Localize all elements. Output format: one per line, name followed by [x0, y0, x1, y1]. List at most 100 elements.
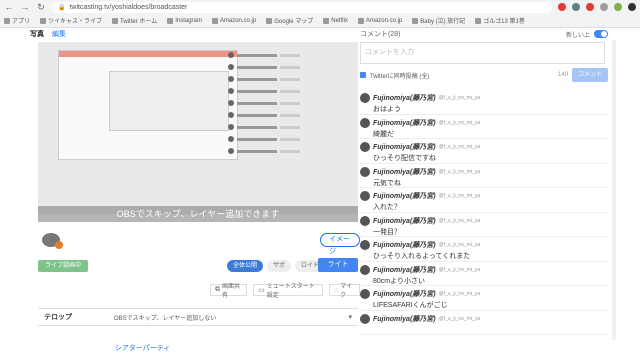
avatar[interactable]: [360, 93, 370, 103]
bookmark-favicon-icon: [357, 17, 364, 24]
bookmark-item[interactable]: Google マップ: [266, 16, 313, 25]
bookmark-label: Google マップ: [274, 19, 314, 25]
comment-head-row: Fujinomiya(藤乃宮) @f_u_ji_no_mi_ya: [360, 117, 608, 128]
forward-icon[interactable]: →: [20, 2, 30, 12]
extension-icon[interactable]: [586, 3, 594, 11]
comment-head-row: Fujinomiya(藤乃宮) @f_u_ji_no_mi_ya: [360, 142, 608, 152]
preview-avatar: [228, 124, 234, 130]
extension-icon[interactable]: [600, 3, 608, 11]
comment-author[interactable]: Fujinomiya(藤乃宮): [373, 93, 436, 103]
bookmark-item[interactable]: Amazon.co.jp: [357, 17, 402, 24]
visibility-pills: 全体公開 サポ ロイド: [227, 260, 326, 272]
preview-comment-row: [228, 52, 348, 58]
preview-line: [280, 113, 300, 117]
preview-comment-row: [228, 88, 348, 94]
bookmark-item[interactable]: Baby (泣) 旅行記: [412, 16, 465, 25]
preview-line: [280, 137, 300, 141]
comment-handle: @f_u_ji_no_mi_ya: [438, 242, 481, 248]
mic-button[interactable]: ◌ マイク: [329, 284, 360, 299]
bookmark-item[interactable]: ツイキャス・ライブ: [40, 16, 102, 25]
bookmark-item[interactable]: アプリ: [4, 16, 30, 25]
comment-input[interactable]: コメントを入力: [360, 42, 605, 64]
lock-icon: 🔒: [58, 4, 66, 11]
avatar[interactable]: [360, 215, 370, 226]
tab-photo[interactable]: 写真: [30, 29, 44, 39]
chevron-down-icon: ▾: [348, 314, 352, 321]
bookmark-item[interactable]: Amazon.co.jp: [211, 17, 257, 24]
scrollbar[interactable]: [612, 40, 616, 340]
bookmark-label: ツイキャス・ライブ: [48, 19, 103, 25]
comment-list: Fujinomiya(藤乃宮) @f_u_ji_no_mi_ya おはよう Fujin…: [360, 90, 608, 335]
comment-author[interactable]: Fujinomiya(藤乃宮): [373, 142, 436, 152]
reload-icon[interactable]: ↻: [36, 2, 46, 12]
avatar[interactable]: [360, 313, 370, 324]
comment-author[interactable]: Fujinomiya(藤乃宮): [373, 314, 436, 324]
send-comment-button[interactable]: コメント: [572, 68, 608, 82]
bookmark-favicon-icon: [266, 17, 273, 24]
avatar[interactable]: [360, 166, 370, 177]
comment-head-row: Fujinomiya(藤乃宮) @f_u_ji_no_mi_ya: [360, 215, 608, 226]
avatar[interactable]: [360, 191, 370, 201]
preview-header-bar: [59, 51, 237, 57]
comment-author[interactable]: Fujinomiya(藤乃宮): [373, 167, 436, 177]
preview-avatar: [228, 136, 234, 142]
comment-author[interactable]: Fujinomiya(藤乃宮): [373, 191, 436, 201]
sort-toggle[interactable]: [594, 30, 608, 38]
comment-item: Fujinomiya(藤乃宮) @f_u_ji_no_mi_ya: [360, 311, 608, 335]
telop-row[interactable]: テロップ OBSでスキップ、レイヤー追加しない ▾: [38, 308, 358, 326]
mute-start-button[interactable]: ▭ ミュートスタート設定: [253, 284, 323, 299]
preview-line: [237, 77, 277, 81]
extension-icons: [558, 3, 636, 11]
tweet-checkbox[interactable]: [360, 72, 366, 78]
preview-line: [237, 125, 277, 129]
image-button[interactable]: イメージ: [320, 233, 360, 255]
avatar[interactable]: [360, 264, 370, 275]
bookmarks-bar: アプリ ツイキャス・ライブ Twitter ホーム Instagram Amazon.c…: [0, 14, 640, 27]
screen-share-button[interactable]: ⧉ 画面共有: [210, 284, 248, 299]
extension-icon[interactable]: [558, 3, 566, 11]
avatar[interactable]: [360, 240, 370, 250]
comment-author[interactable]: Fujinomiya(藤乃宮): [373, 118, 436, 128]
comment-text: 綺麗だ: [373, 130, 394, 138]
bookmark-item[interactable]: ゴルゴ13 第1巻: [475, 16, 525, 25]
theater-party-label: シアターパーティ: [114, 345, 171, 352]
preview-line: [280, 65, 300, 69]
preview-comment-row: [228, 100, 348, 106]
bookmark-label: Amazon.co.jp: [219, 17, 257, 24]
comment-item: Fujinomiya(藤乃宮) @f_u_ji_no_mi_ya 綺麗だ: [360, 115, 608, 139]
theater-party-link[interactable]: シアターパーティ: [95, 343, 190, 353]
pill-public[interactable]: 全体公開: [227, 260, 264, 272]
comment-author[interactable]: Fujinomiya(藤乃宮): [373, 289, 436, 299]
stream-preview: [38, 42, 358, 214]
comment-handle: @f_u_ji_no_mi_ya: [438, 119, 481, 126]
comment-author[interactable]: Fujinomiya(藤乃宮): [373, 216, 436, 226]
comment-head-row: Fujinomiya(藤乃宮) @f_u_ji_no_mi_ya: [360, 191, 608, 201]
pill-support[interactable]: サポ: [267, 260, 292, 272]
bookmark-favicon-icon: [112, 17, 119, 24]
avatar[interactable]: [360, 289, 370, 299]
comment-author[interactable]: Fujinomiya(藤乃宮): [373, 240, 436, 250]
comment-text: 入れた？: [373, 204, 401, 211]
preview-avatar: [228, 112, 234, 118]
submit-button[interactable]: ライト: [318, 258, 358, 272]
preview-comment-row: [228, 76, 348, 82]
comment-author[interactable]: Fujinomiya(藤乃宮): [373, 265, 436, 275]
record-button[interactable]: ライブ録画中: [38, 260, 88, 272]
mic-icon[interactable]: [42, 233, 63, 249]
address-bar[interactable]: 🔒 twitcasting.tv/yoshialdoes/broadcaster: [52, 1, 552, 13]
avatar[interactable]: [360, 142, 370, 152]
extension-icon[interactable]: [628, 3, 636, 11]
broadcast-panel: 写真 編集 OBSでスキップ、レイヤー追加できます イメージ ライブ録画中 全体…: [30, 28, 360, 360]
bookmark-item[interactable]: Twitter ホーム: [112, 16, 157, 25]
extension-icon[interactable]: [572, 3, 580, 11]
avatar[interactable]: [360, 117, 370, 128]
bookmark-item[interactable]: Instagram: [167, 17, 202, 24]
back-icon[interactable]: ←: [4, 2, 14, 12]
tab-edit[interactable]: 編集: [52, 29, 66, 39]
bookmark-item[interactable]: Netflix: [323, 17, 348, 24]
comment-text: 80cmより小さい: [373, 277, 425, 285]
extension-icon[interactable]: [614, 3, 622, 11]
comment-handle: @f_u_ji_no_mi_ya: [438, 144, 481, 150]
preview-avatar: [228, 76, 234, 82]
preview-avatar: [228, 64, 234, 70]
